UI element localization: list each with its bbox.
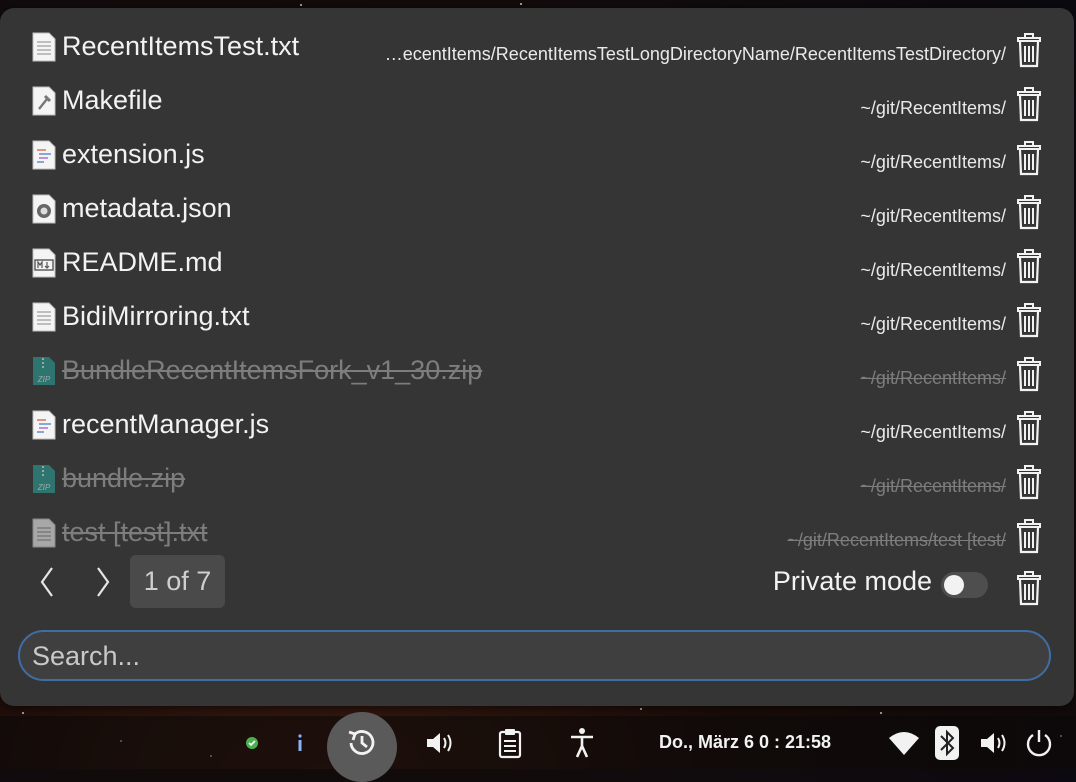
remove-item-button[interactable] [1014, 32, 1044, 68]
remove-item-button[interactable] [1014, 140, 1044, 176]
zip-file-icon: ZIP [32, 356, 56, 386]
search-input[interactable] [30, 632, 1034, 681]
zip-file-icon: ZIP [32, 464, 56, 494]
recent-item-path: ~/git/RecentItems/ [860, 98, 1006, 118]
recent-item-row[interactable]: recentManager.js ~/git/RecentItems/ [22, 392, 1052, 446]
network-status-button[interactable] [884, 716, 924, 769]
recent-item-path: ~/git/RecentItems/ [860, 314, 1006, 334]
trash-icon [1017, 249, 1041, 284]
private-mode-toggle[interactable] [941, 572, 988, 598]
accessibility-icon [571, 727, 593, 758]
recent-item-row[interactable]: test [test].txt ~/git/RecentItems/test [t… [22, 500, 1052, 554]
trash-icon [1017, 87, 1041, 122]
recent-item-path: ~/git/RecentItems/ [860, 422, 1006, 442]
recent-item-row[interactable]: README.md ~/git/RecentItems/ [22, 230, 1052, 284]
recent-item-row[interactable]: RecentItemsTest.txt …ecentItems/RecentIte… [22, 14, 1052, 68]
trash-icon [1017, 33, 1041, 68]
recent-item-row[interactable]: BidiMirroring.txt ~/git/RecentItems/ [22, 284, 1052, 338]
recent-item-row[interactable]: metadata.json ~/git/RecentItems/ [22, 176, 1052, 230]
remove-item-button[interactable] [1014, 356, 1044, 392]
text-file-icon [32, 32, 56, 62]
svg-text:ZIP: ZIP [37, 375, 51, 384]
recent-item-path: …ecentItems/RecentItemsTestLongDirectory… [384, 44, 1006, 64]
page-indicator: 1 of 7 [130, 555, 225, 608]
system-volume-button[interactable] [975, 716, 1013, 769]
recent-item-name: extension.js [62, 139, 205, 169]
script-file-icon [32, 140, 56, 170]
clear-all-button[interactable] [1014, 570, 1044, 606]
previous-page-button[interactable] [32, 564, 64, 600]
recent-item-row[interactable]: extension.js ~/git/RecentItems/ [22, 122, 1052, 176]
chevron-right-icon [97, 567, 110, 597]
remove-item-button[interactable] [1014, 194, 1044, 230]
remove-item-button[interactable] [1014, 86, 1044, 122]
recent-item-path: ~/git/RecentItems/ [860, 152, 1006, 172]
speaker-icon [981, 732, 1006, 753]
trash-icon [1017, 411, 1041, 446]
trash-icon [1017, 357, 1041, 392]
clock-label: Do., März 6 0 : 21:58 [658, 732, 832, 752]
recent-items-panel-button[interactable] [327, 716, 397, 769]
trash-icon [1017, 519, 1041, 554]
info-indicator-icon[interactable] [290, 716, 310, 769]
script-file-icon [32, 410, 56, 440]
remove-item-button[interactable] [1014, 302, 1044, 338]
recent-item-name: BidiMirroring.txt [62, 301, 250, 331]
trash-icon [1017, 195, 1041, 230]
trash-icon [1017, 141, 1041, 176]
recent-item-path: ~/git/RecentItems/test [test/ [787, 530, 1006, 550]
recent-item-path: ~/git/RecentItems/ [860, 206, 1006, 226]
power-icon [1026, 729, 1052, 756]
recent-item-path: ~/git/RecentItems/ [860, 368, 1006, 388]
text-file-icon [32, 518, 56, 548]
status-dot-icon[interactable] [240, 716, 264, 769]
accessibility-panel-button[interactable] [562, 716, 602, 769]
pagination-bar: 1 of 7 Private mode [22, 554, 1052, 608]
trash-icon [1017, 303, 1041, 338]
recent-item-name: bundle.zip [62, 463, 186, 493]
remove-item-button[interactable] [1014, 518, 1044, 554]
wifi-icon [889, 731, 919, 755]
speaker-icon [427, 732, 452, 753]
bluetooth-icon [935, 725, 959, 760]
search-field[interactable] [18, 630, 1051, 681]
recent-item-name: BundleRecentItemsFork_v1_30.zip [62, 355, 483, 385]
recent-item-row[interactable]: ZIP BundleRecentItemsFork_v1_30.zip ~/git/… [22, 338, 1052, 392]
markdown-file-icon [32, 248, 56, 278]
recent-item-path: ~/git/RecentItems/ [860, 476, 1006, 496]
recent-item-name: README.md [62, 247, 223, 277]
toggle-knob [944, 575, 964, 595]
recent-item-name: RecentItemsTest.txt [62, 31, 300, 61]
history-icon [348, 729, 375, 755]
remove-item-button[interactable] [1014, 410, 1044, 446]
clipboard-icon [498, 728, 522, 758]
text-file-icon [32, 302, 56, 332]
clock-button[interactable]: Do., März 6 0 : 21:58 [640, 716, 850, 769]
remove-item-button[interactable] [1014, 248, 1044, 284]
recent-item-path: ~/git/RecentItems/ [860, 260, 1006, 280]
volume-panel-button[interactable] [420, 716, 460, 769]
private-mode-label: Private mode [772, 566, 932, 596]
next-page-button[interactable] [86, 564, 118, 600]
recent-item-name: test [test].txt [62, 517, 208, 547]
recent-item-name: recentManager.js [62, 409, 270, 439]
makefile-icon [32, 86, 56, 116]
svg-text:ZIP: ZIP [37, 483, 51, 492]
json-file-icon [32, 194, 56, 224]
remove-item-button[interactable] [1014, 464, 1044, 500]
recent-item-row[interactable]: ZIP bundle.zip ~/git/RecentItems/ [22, 446, 1052, 500]
chevron-left-icon [40, 567, 53, 597]
trash-icon [1017, 571, 1041, 606]
recent-item-name: Makefile [62, 85, 163, 115]
clipboard-panel-button[interactable] [490, 716, 530, 769]
recent-items-menu: RecentItemsTest.txt …ecentItems/RecentIte… [0, 8, 1074, 706]
recent-item-row[interactable]: Makefile ~/git/RecentItems/ [22, 68, 1052, 122]
bluetooth-status-button[interactable] [932, 716, 962, 769]
power-menu-button[interactable] [1020, 716, 1058, 769]
trash-icon [1017, 465, 1041, 500]
recent-item-name: metadata.json [62, 193, 232, 223]
